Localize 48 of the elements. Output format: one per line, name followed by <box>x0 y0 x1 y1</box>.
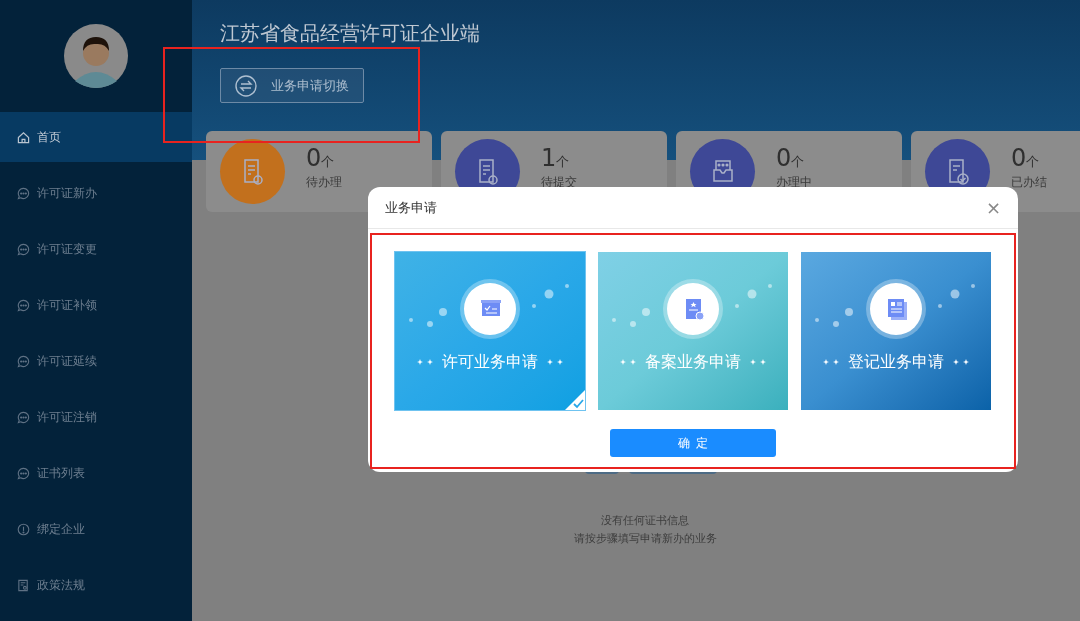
chat-icon <box>17 354 30 368</box>
sidebar-item[interactable]: 政策法规 <box>0 560 192 610</box>
chat-icon <box>17 186 30 200</box>
option-card[interactable]: 登记业务申请 <box>801 252 991 410</box>
chat-icon <box>17 242 30 256</box>
dialog-title: 业务申请 <box>385 198 437 217</box>
avatar-icon <box>63 23 129 89</box>
stars-icon <box>750 359 766 365</box>
swap-icon <box>235 74 257 97</box>
chat-icon <box>17 466 30 480</box>
close-button[interactable]: × <box>985 198 1001 217</box>
stars-icon <box>823 359 839 365</box>
sidebar-item[interactable]: 许可证新办 <box>0 168 192 218</box>
stars-icon <box>417 359 433 365</box>
option-label: 备案业务申请 <box>645 351 741 373</box>
option-card[interactable]: 许可业务申请 <box>395 252 585 410</box>
option-label: 登记业务申请 <box>848 351 944 373</box>
sidebar-item[interactable]: 许可证补领 <box>0 280 192 330</box>
stat-count: 0 <box>1011 145 1027 171</box>
stars-icon <box>547 359 563 365</box>
stat-unit: 个 <box>556 154 570 171</box>
chat-icon <box>17 410 30 424</box>
check-corner-icon <box>565 390 585 410</box>
info-icon <box>17 522 30 536</box>
stat-label: 已办结 <box>1011 174 1047 191</box>
switch-business-button[interactable]: 业务申请切换 <box>220 68 364 103</box>
document-icon <box>17 578 30 592</box>
stat-count: 0 <box>306 145 322 171</box>
stat-unit: 个 <box>1026 154 1040 171</box>
confirm-button[interactable]: 确定 <box>610 429 776 457</box>
sidebar-item[interactable]: 证书列表 <box>0 448 192 498</box>
sidebar-item[interactable]: 首页 <box>0 112 192 162</box>
stat-unit: 个 <box>321 154 335 171</box>
stat-unit: 个 <box>791 154 805 171</box>
stars-icon <box>953 359 969 365</box>
option-label: 许可业务申请 <box>442 351 538 373</box>
chat-icon <box>17 298 30 312</box>
stat-count: 1 <box>541 145 557 171</box>
stat-label: 待办理 <box>306 174 342 191</box>
stat-count: 0 <box>776 145 792 171</box>
sidebar-item[interactable]: 绑定企业 <box>0 504 192 554</box>
home-icon <box>17 130 30 144</box>
sidebar-item[interactable]: 许可证注销 <box>0 392 192 442</box>
app-title: 江苏省食品经营许可证企业端 <box>220 20 480 47</box>
stars-icon <box>620 359 636 365</box>
stat-label: 办理中 <box>776 174 812 191</box>
sidebar-item[interactable]: 许可证延续 <box>0 336 192 386</box>
sidebar-item[interactable]: 许可证变更 <box>0 224 192 274</box>
